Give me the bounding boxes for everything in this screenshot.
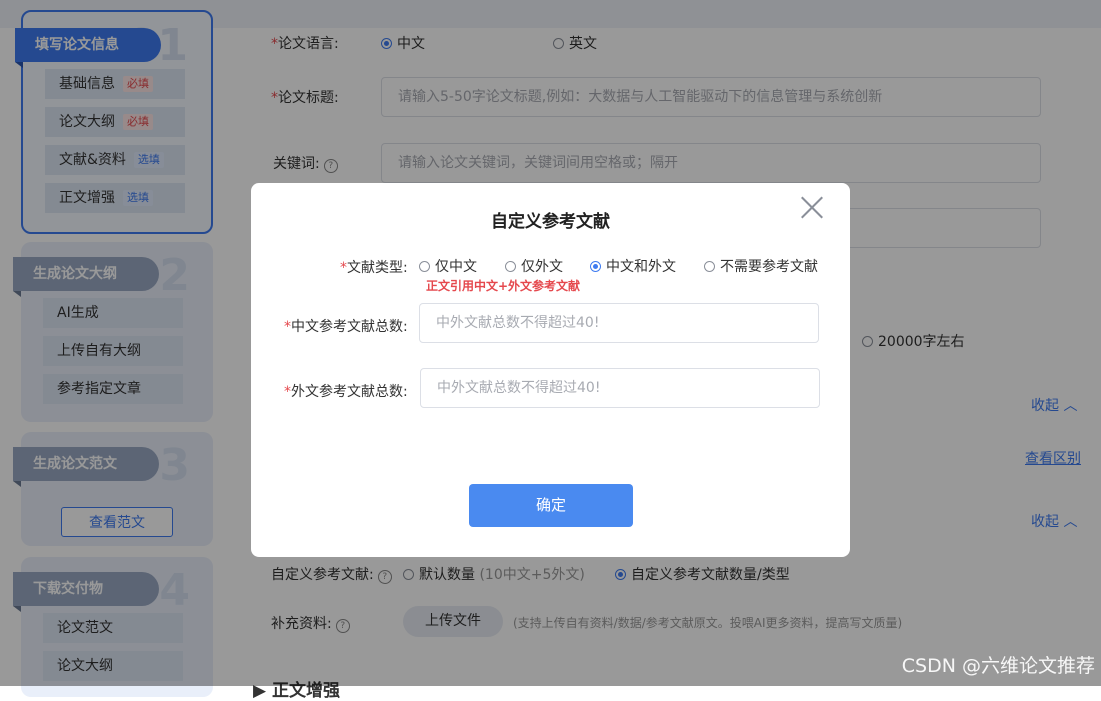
chinese-count-label: *中文参考文献总数: [284, 319, 408, 335]
confirm-button[interactable]: 确定 [469, 484, 633, 527]
custom-reference-dialog: 自定义参考文献 *文献类型: 仅中文 仅外文 中文和外文 不需要参考文献 正文引… [251, 183, 850, 557]
type-option-none[interactable]: 不需要参考文献 [704, 256, 818, 276]
reference-type-label: *文献类型: [340, 260, 408, 276]
radio-unchecked-icon [419, 261, 430, 272]
type-note: 正文引用中文+外文参考文献 [426, 279, 581, 293]
close-icon[interactable] [800, 195, 824, 219]
dialog-title: 自定义参考文献 [491, 212, 610, 232]
foreign-count-input[interactable]: 中外文献总数不得超过40! [420, 368, 820, 408]
radio-checked-icon [590, 261, 601, 272]
type-option-both[interactable]: 中文和外文 [590, 256, 676, 276]
radio-unchecked-icon [704, 261, 715, 272]
radio-unchecked-icon [505, 261, 516, 272]
type-option-chinese-only[interactable]: 仅中文 [419, 256, 477, 276]
watermark: CSDN @六维论文推荐 [901, 655, 1095, 677]
type-option-foreign-only[interactable]: 仅外文 [505, 256, 563, 276]
chinese-count-input[interactable]: 中外文献总数不得超过40! [419, 303, 819, 343]
foreign-count-label: *外文参考文献总数: [284, 384, 408, 400]
